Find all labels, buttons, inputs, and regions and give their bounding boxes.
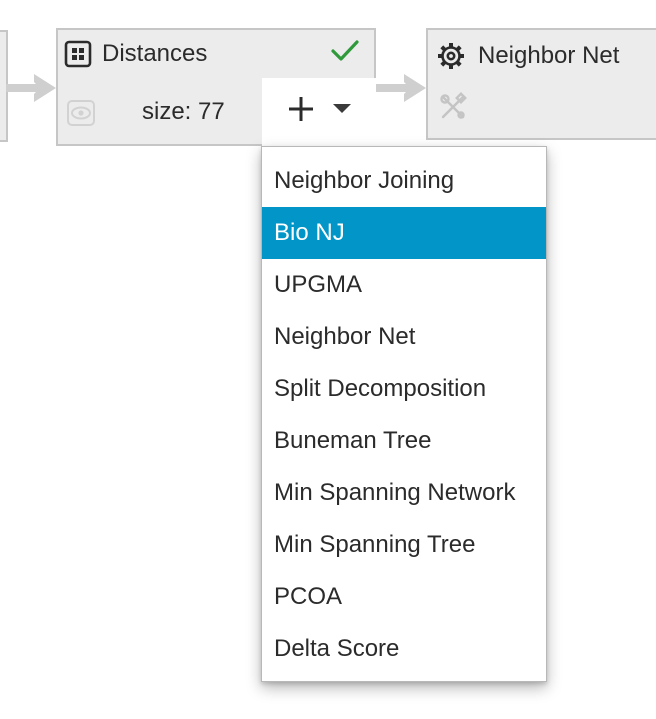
distances-node-title: Distances <box>102 40 208 67</box>
connector-arrow-left <box>6 74 56 102</box>
plus-icon[interactable] <box>284 92 318 126</box>
menu-item-delta-score[interactable]: Delta Score <box>262 623 546 675</box>
connector-arrow-right <box>376 74 426 102</box>
grid-icon <box>64 40 92 68</box>
menu-item-split-decomposition[interactable]: Split Decomposition <box>262 363 546 415</box>
menu-item-upgma[interactable]: UPGMA <box>262 259 546 311</box>
menu-item-pcoa[interactable]: PCOA <box>262 571 546 623</box>
menu-item-min-spanning-network[interactable]: Min Spanning Network <box>262 467 546 519</box>
menu-item-min-spanning-tree[interactable]: Min Spanning Tree <box>262 519 546 571</box>
size-label: size: 77 <box>142 98 225 125</box>
menu-item-buneman-tree[interactable]: Buneman Tree <box>262 415 546 467</box>
gear-icon <box>438 43 464 69</box>
checkmark-icon <box>331 40 359 61</box>
distances-node[interactable]: Distances size: 77 <box>56 28 376 146</box>
menu-item-neighbor-net[interactable]: Neighbor Net <box>262 311 546 363</box>
tools-crossed-icon[interactable] <box>438 92 468 122</box>
chevron-down-icon[interactable] <box>330 98 354 118</box>
neighbor-net-node[interactable]: Neighbor Net <box>426 28 656 140</box>
neighbor-net-node-title: Neighbor Net <box>478 42 620 69</box>
add-algorithm-control <box>262 78 376 146</box>
menu-item-bio-nj[interactable]: Bio NJ <box>262 207 546 259</box>
algorithm-menu: Neighbor Joining Bio NJ UPGMA Neighbor Net S… <box>261 146 547 682</box>
eye-icon[interactable] <box>66 98 96 128</box>
menu-item-neighbor-joining[interactable]: Neighbor Joining <box>262 155 546 207</box>
